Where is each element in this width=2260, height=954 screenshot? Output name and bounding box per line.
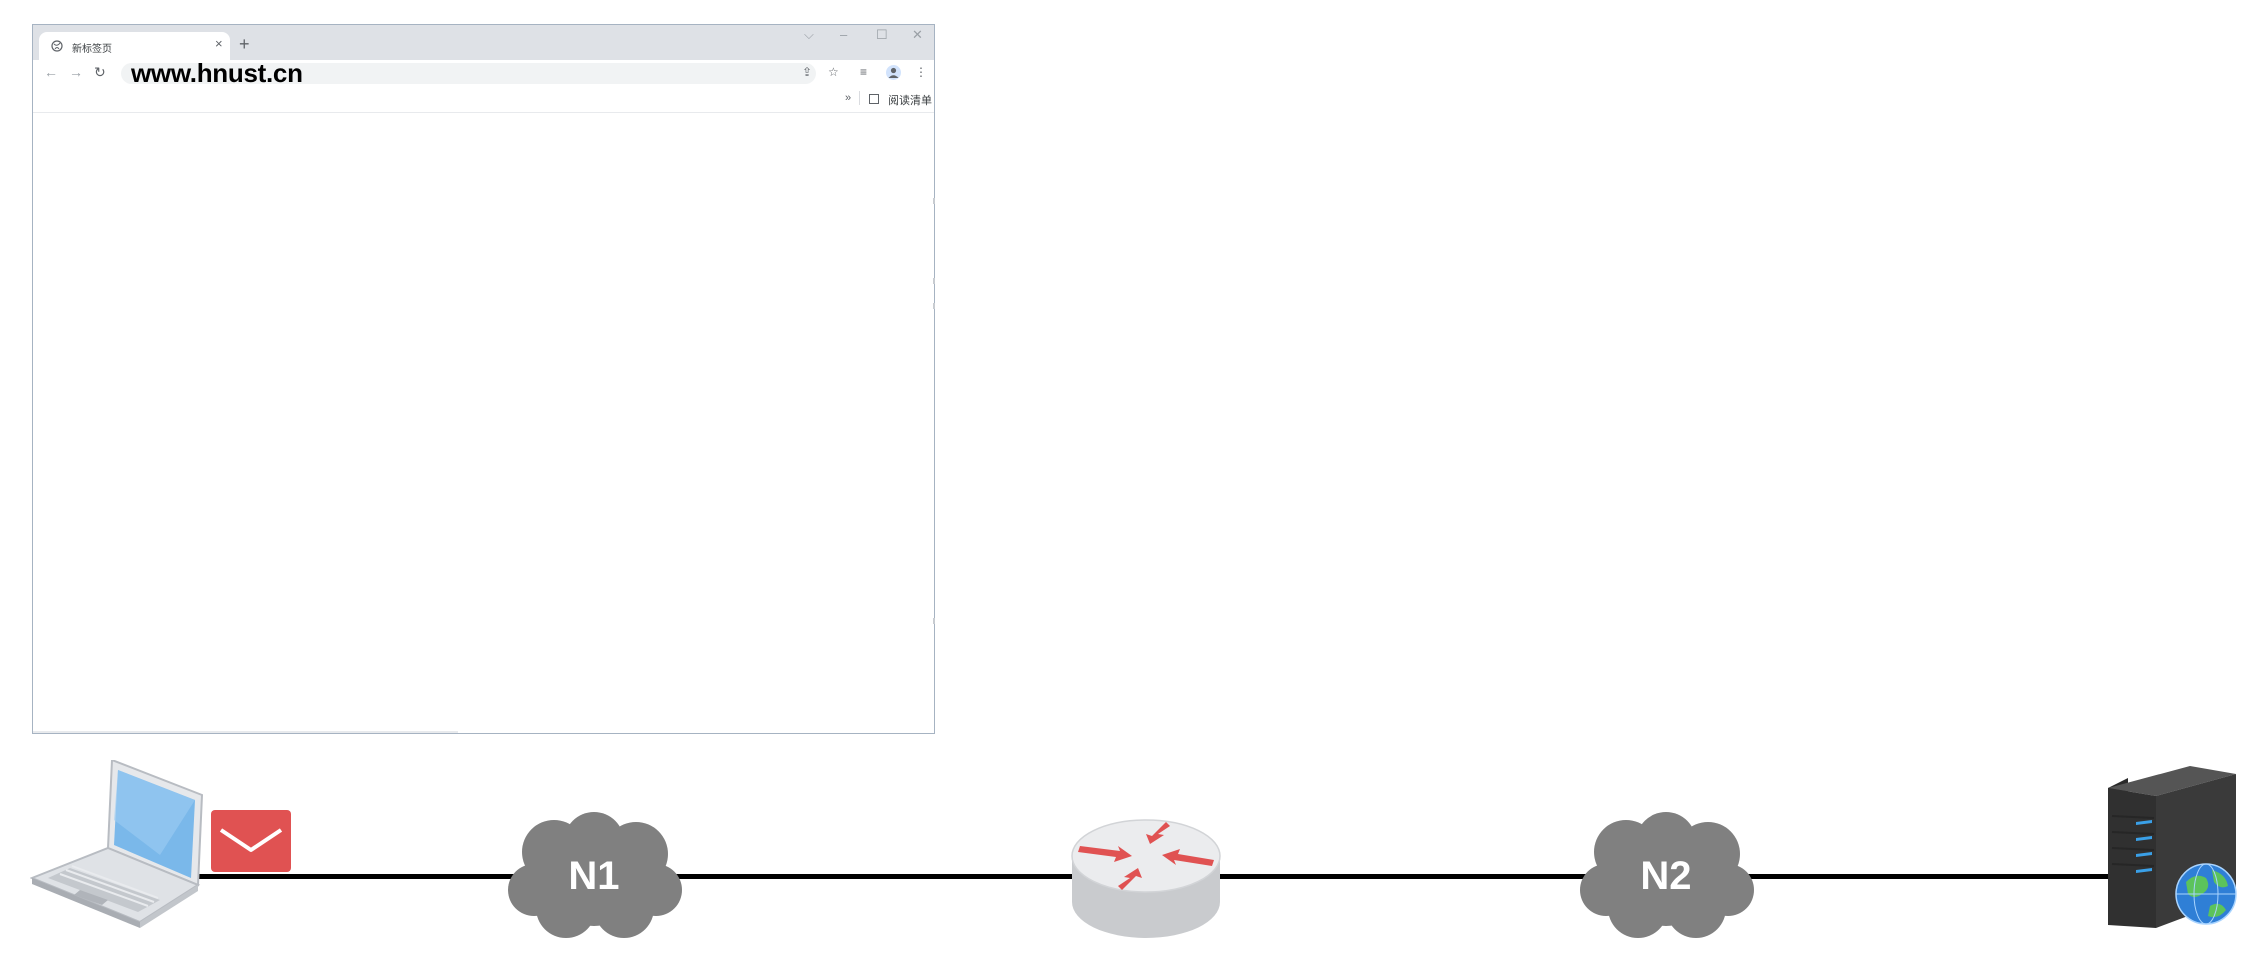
maximize-button[interactable]: ☐ <box>876 28 888 42</box>
tab-search-icon[interactable]: ⌵ <box>804 28 814 42</box>
forward-button[interactable]: → <box>69 64 83 80</box>
back-button[interactable]: ← <box>44 64 58 80</box>
menu-icon[interactable]: ⋮ <box>915 65 927 79</box>
globe-icon <box>51 40 63 52</box>
bookmark-star-icon[interactable]: ☆ <box>828 65 839 79</box>
reading-list-label[interactable]: 阅读清单 <box>888 92 932 108</box>
router-icon <box>1071 819 1221 938</box>
scroll-marker <box>933 618 935 624</box>
cloud-n1: N1 <box>506 812 682 940</box>
tab-title: 新标签页 <box>72 44 112 55</box>
new-tab-button[interactable]: + <box>239 35 250 53</box>
bookmarks-divider <box>859 91 860 105</box>
browser-toolbar: ← → ↻ www.hnust.cn ⇪ ☆ ≡ ⋮ <box>33 60 934 86</box>
reading-list-icon[interactable]: ≡ <box>860 65 867 79</box>
bookmarks-bar: » 阅读清单 <box>33 86 934 113</box>
cloud-label: N1 <box>568 853 620 898</box>
browser-titlebar: 新标签页 × + ⌵ – ☐ ✕ <box>33 25 934 60</box>
person-icon <box>888 67 899 78</box>
horizontal-scrollbar[interactable] <box>33 731 458 733</box>
profile-avatar[interactable] <box>886 65 901 80</box>
envelope-icon <box>211 810 291 872</box>
browser-tab[interactable]: 新标签页 × <box>39 32 230 60</box>
browser-window: 新标签页 × + ⌵ – ☐ ✕ ← → ↻ www.hnust.cn ⇪ ☆ … <box>32 24 935 734</box>
close-window-button[interactable]: ✕ <box>912 28 923 42</box>
reload-button[interactable]: ↻ <box>94 64 106 80</box>
scroll-marker <box>933 303 935 309</box>
address-url[interactable]: www.hnust.cn <box>131 60 303 86</box>
close-tab-icon[interactable]: × <box>215 37 223 51</box>
share-icon[interactable]: ⇪ <box>802 65 812 79</box>
cloud-label: N2 <box>1640 853 1692 898</box>
cloud-n2: N2 <box>1578 812 1754 940</box>
scroll-marker <box>933 198 935 204</box>
web-server-icon <box>2108 766 2237 928</box>
minimize-button[interactable]: – <box>840 28 847 42</box>
bookmarks-more-icon[interactable]: » <box>845 92 851 104</box>
scroll-marker <box>933 278 935 284</box>
laptop-icon <box>30 760 204 928</box>
reading-list-bookmark-icon[interactable] <box>869 94 879 104</box>
page-viewport[interactable] <box>33 113 935 733</box>
